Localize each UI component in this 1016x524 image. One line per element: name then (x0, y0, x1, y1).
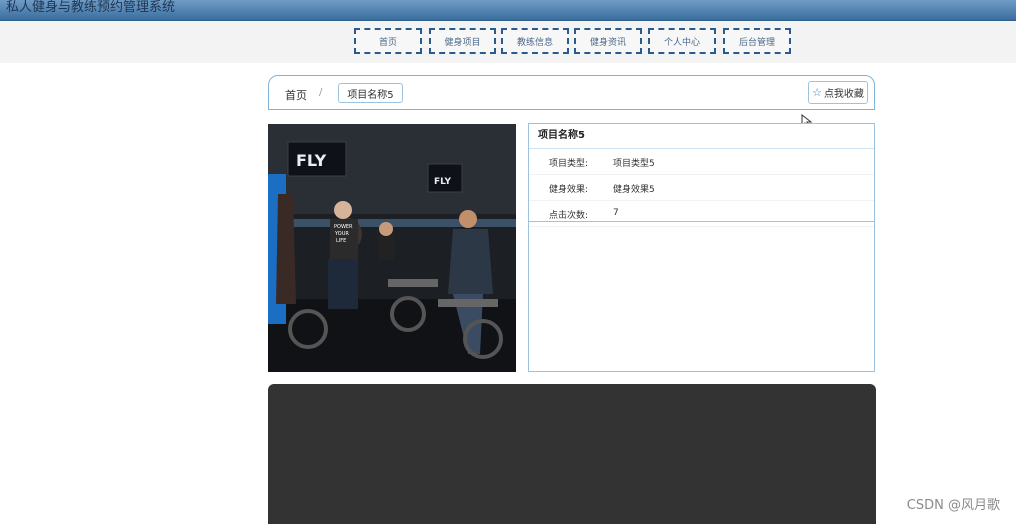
favorite-label: 点我收藏 (823, 89, 864, 100)
breadcrumb: 首页 / 项目名称5 ☆ 点我收藏 (268, 75, 875, 110)
svg-text:FLY: FLY (434, 177, 451, 187)
app-header: 私人健身与教练预约管理系统 (0, 0, 1016, 21)
detail-row-clicks: 点击次数: 7 (529, 201, 874, 227)
project-detail-panel: 项目名称5 项目类型: 项目类型5 健身效果: 健身效果5 点击次数: 7 (528, 123, 875, 372)
nav-bar: 首页 健身项目 教练信息 健身资讯 个人中心 后台管理 (0, 21, 1016, 63)
detail-key-type: 项目类型: (548, 159, 588, 169)
detail-value-type: 项目类型5 (613, 159, 655, 169)
nav-personal-center[interactable]: 个人中心 (648, 28, 716, 54)
video-player[interactable] (268, 384, 876, 524)
nav-fitness-projects[interactable]: 健身项目 (429, 28, 496, 54)
project-title: 项目名称5 (529, 124, 874, 149)
detail-row-effect: 健身效果: 健身效果5 (529, 175, 874, 201)
detail-value-effect: 健身效果5 (613, 185, 655, 195)
shirt-text-3: LIFE (336, 238, 346, 244)
detail-value-clicks: 7 (613, 208, 619, 218)
breadcrumb-separator: / (319, 87, 323, 98)
nav-fitness-news[interactable]: 健身资讯 (574, 28, 642, 54)
breadcrumb-home[interactable]: 首页 (285, 87, 307, 103)
favorite-button[interactable]: ☆ 点我收藏 (808, 81, 868, 104)
photo-logo-text: FLY (296, 151, 327, 170)
watermark: CSDN @风月歌 (906, 498, 1000, 513)
shirt-text-1: POWER (334, 224, 353, 230)
breadcrumb-current[interactable]: 项目名称5 (338, 83, 403, 103)
nav-coach-info[interactable]: 教练信息 (501, 28, 569, 54)
app-title: 私人健身与教练预约管理系统 (6, 0, 176, 15)
nav-home[interactable]: 首页 (354, 28, 422, 54)
detail-divider (529, 221, 874, 222)
project-image: FLY FLY POWER YOUR LIFE (268, 124, 516, 372)
star-icon: ☆ (812, 86, 822, 99)
detail-key-effect: 健身效果: (548, 185, 588, 195)
detail-row-type: 项目类型: 项目类型5 (529, 149, 874, 175)
shirt-text-2: YOUR (334, 231, 349, 237)
detail-key-clicks: 点击次数: (548, 211, 588, 221)
nav-admin[interactable]: 后台管理 (723, 28, 791, 54)
